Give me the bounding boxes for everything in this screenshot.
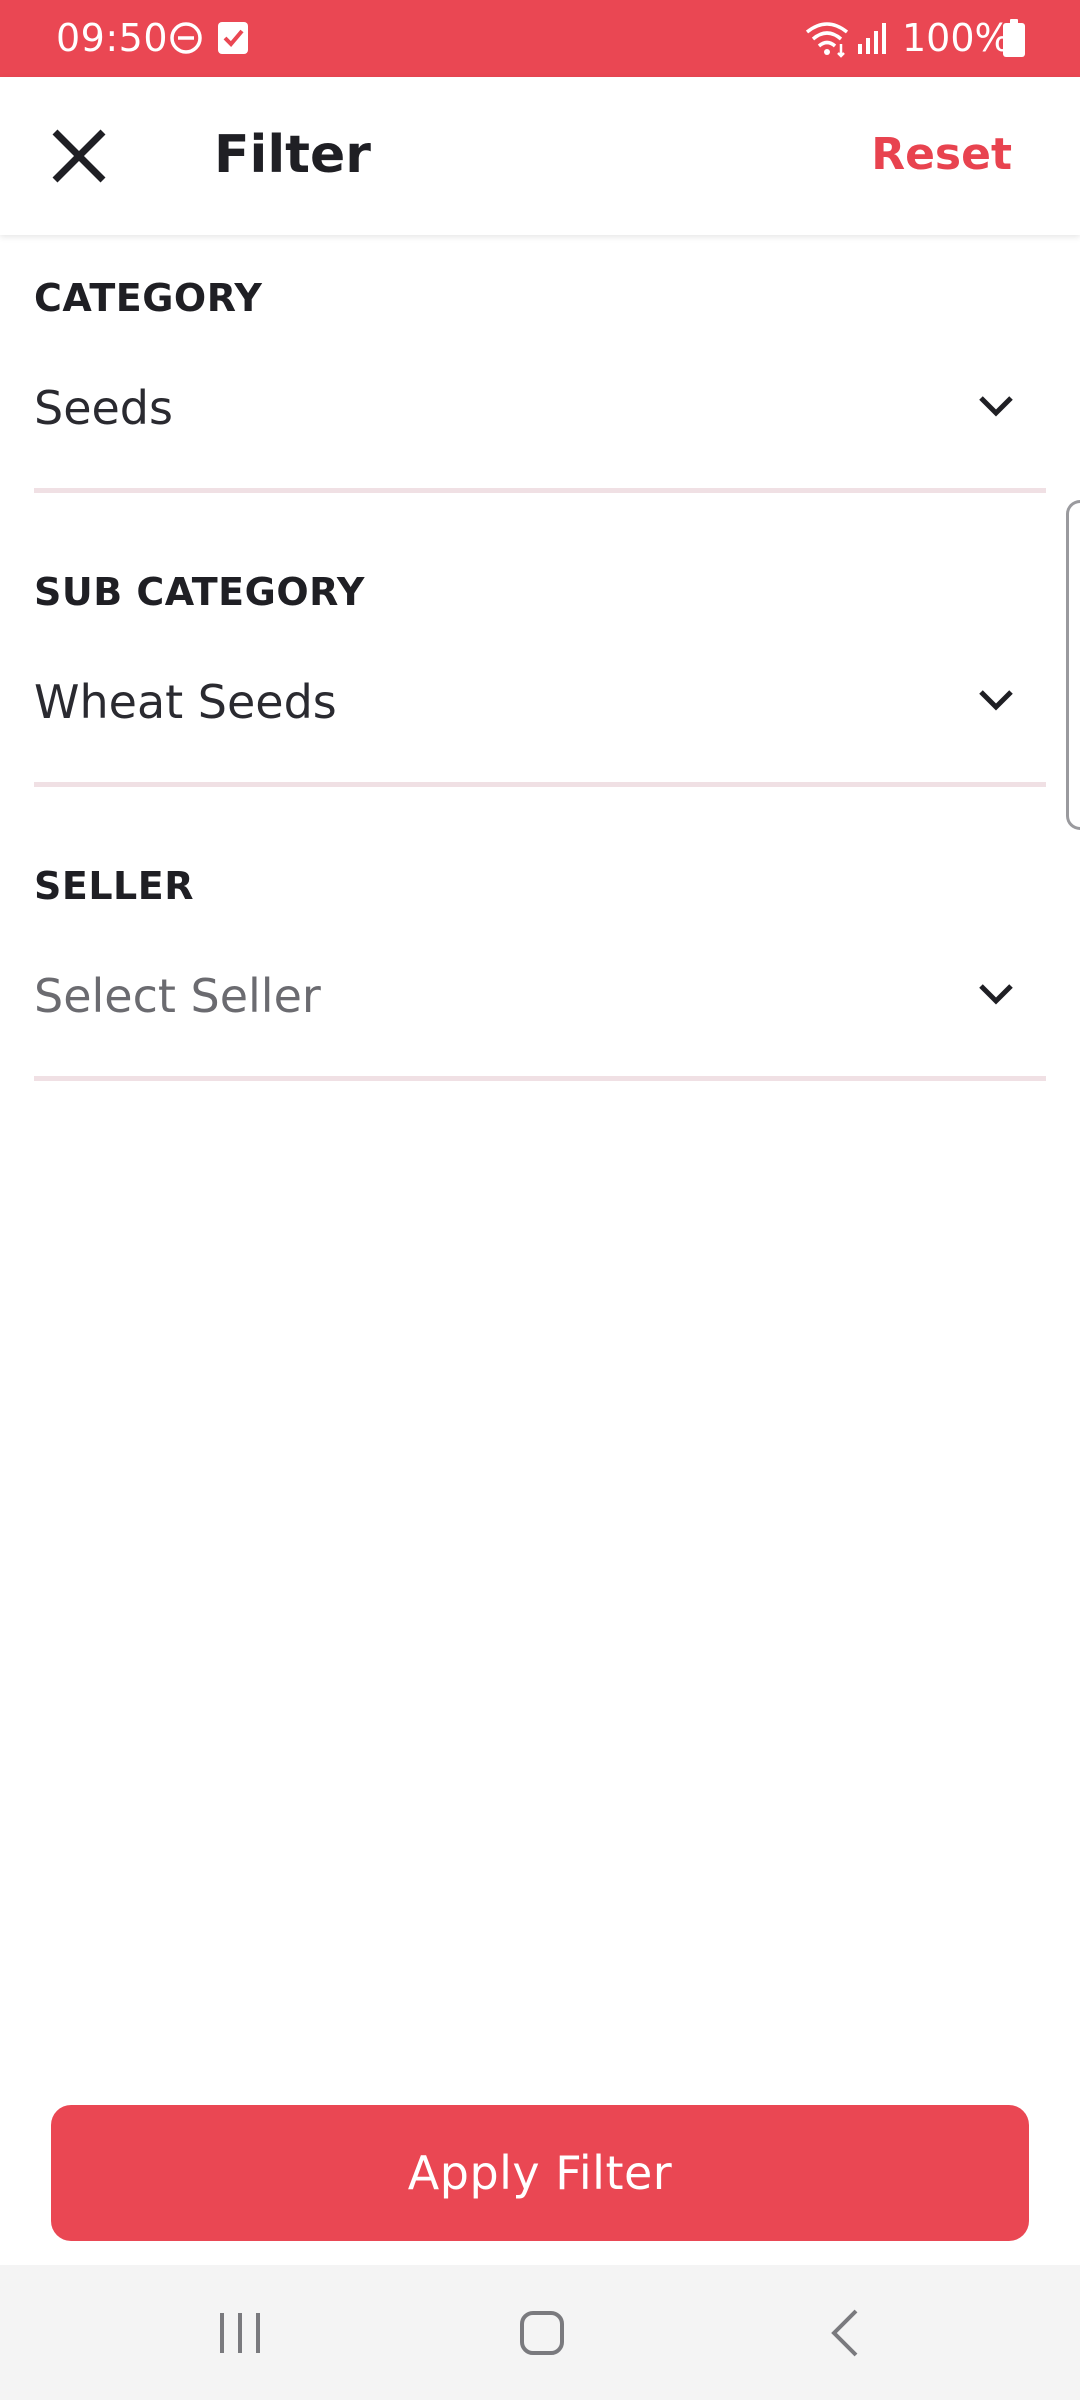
sub-category-value: Wheat Seeds [34,675,337,729]
apply-filter-button[interactable]: Apply Filter [51,2105,1029,2241]
sub-category-underline [34,782,1046,787]
sub-category-dropdown[interactable]: Wheat Seeds [34,646,1046,756]
signal-icon [856,20,892,60]
battery-icon [1002,18,1026,62]
status-time: 09:50 [56,16,169,60]
home-button[interactable] [482,2289,602,2377]
do-not-disturb-icon [168,20,204,60]
category-label: CATEGORY [34,276,263,320]
close-button[interactable] [40,117,118,195]
home-icon [520,2311,564,2355]
battery-percentage: 100% [902,16,1011,60]
page-title: Filter [214,125,371,185]
filter-header: Filter Reset [0,77,1080,235]
recent-apps-button[interactable] [180,2289,300,2377]
back-icon [831,2309,858,2357]
seller-section: SELLER Select Seller [34,858,1046,1088]
sub-category-label: SUB CATEGORY [34,570,365,614]
seller-underline [34,1076,1046,1081]
wifi-icon [803,18,851,62]
sub-category-section: SUB CATEGORY Wheat Seeds [34,564,1046,794]
reset-button[interactable]: Reset [871,125,1012,185]
seller-label: SELLER [34,864,194,908]
chevron-down-icon [979,396,1013,417]
seller-dropdown[interactable]: Select Seller [34,940,1046,1050]
chevron-down-icon [979,690,1013,711]
side-scroll-handle[interactable] [1066,500,1080,830]
category-section: CATEGORY Seeds [34,270,1046,500]
back-button[interactable] [784,2289,904,2377]
checkbox-notification-icon [216,20,250,60]
category-underline [34,488,1046,493]
category-dropdown[interactable]: Seeds [34,352,1046,462]
system-nav-bar [0,2265,1080,2400]
close-icon [52,129,106,183]
seller-placeholder: Select Seller [34,969,321,1023]
recent-apps-icon [220,2313,260,2353]
status-bar: 09:50 100% [0,0,1080,77]
category-value: Seeds [34,381,173,435]
chevron-down-icon [979,984,1013,1005]
